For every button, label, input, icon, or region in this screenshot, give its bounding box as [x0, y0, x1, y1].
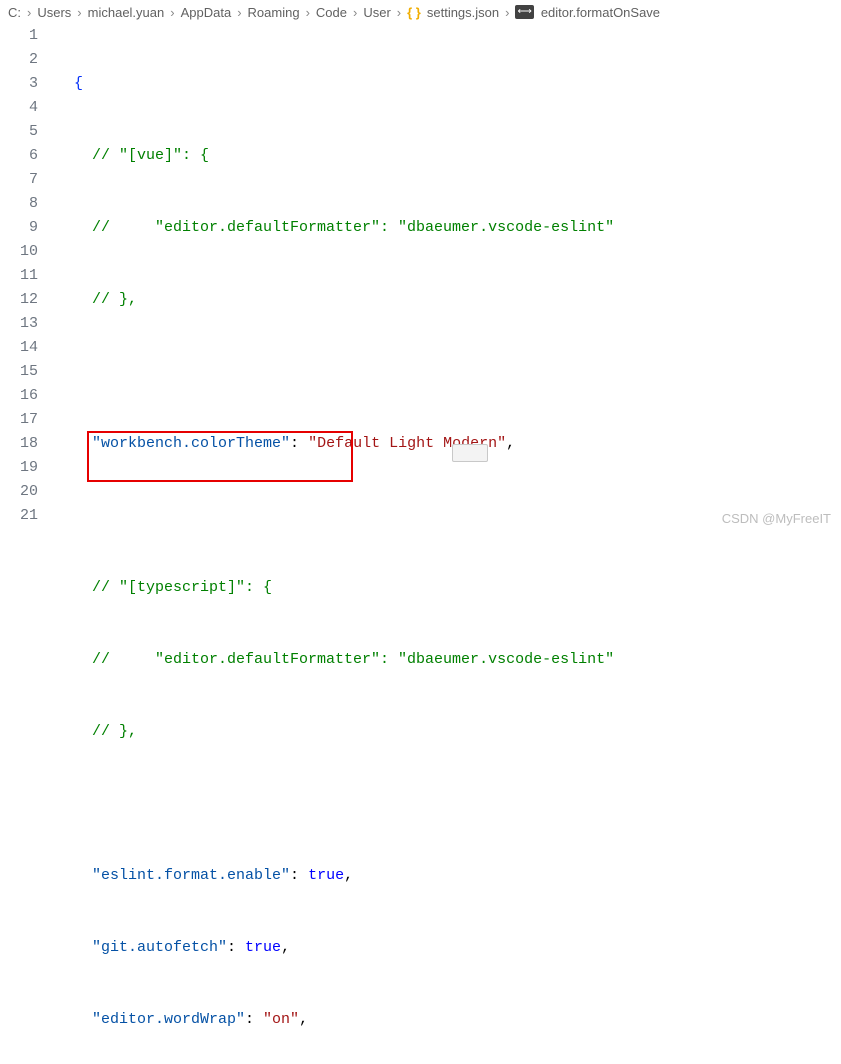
code-line[interactable] [56, 360, 841, 384]
chevron-right-icon: › [306, 5, 310, 20]
breadcrumb-seg[interactable]: michael.yuan [88, 5, 165, 20]
json-file-icon: { } [407, 5, 421, 20]
chevron-right-icon: › [505, 5, 509, 20]
breadcrumb-seg[interactable]: AppData [181, 5, 232, 20]
code-line[interactable]: // "[typescript]": { [56, 576, 841, 600]
code-line[interactable]: // }, [56, 288, 841, 312]
breadcrumb-seg[interactable]: Code [316, 5, 347, 20]
code-line[interactable]: "eslint.format.enable": true, [56, 864, 841, 888]
watermark-text: CSDN @MyFreeIT [722, 511, 831, 526]
code-line[interactable]: // "[vue]": { [56, 144, 841, 168]
code-line[interactable]: "git.autofetch": true, [56, 936, 841, 960]
code-line[interactable]: "workbench.colorTheme": "Default Light M… [56, 432, 841, 456]
chevron-right-icon: › [77, 5, 81, 20]
chevron-right-icon: › [397, 5, 401, 20]
line-number-gutter: 12345 678910 1112131415 1617181920 21 [0, 24, 56, 532]
floating-tooltip [452, 444, 488, 462]
code-line[interactable]: // }, [56, 720, 841, 744]
editor[interactable]: 12345 678910 1112131415 1617181920 21 { … [0, 24, 841, 532]
symbol-icon: ⟷ [515, 5, 533, 19]
breadcrumb-seg[interactable]: C: [8, 5, 21, 20]
breadcrumb: C: › Users › michael.yuan › AppData › Roamin… [0, 0, 841, 24]
breadcrumb-seg[interactable]: Roaming [248, 5, 300, 20]
code-content[interactable]: { // "[vue]": { // "editor.defaultFormat… [56, 24, 841, 532]
breadcrumb-file[interactable]: settings.json [427, 5, 499, 20]
breadcrumb-seg[interactable]: Users [37, 5, 71, 20]
code-line[interactable] [56, 792, 841, 816]
chevron-right-icon: › [353, 5, 357, 20]
breadcrumb-seg[interactable]: User [363, 5, 390, 20]
chevron-right-icon: › [170, 5, 174, 20]
code-line[interactable]: "editor.wordWrap": "on", [56, 1008, 841, 1032]
breadcrumb-symbol[interactable]: editor.formatOnSave [541, 5, 660, 20]
code-line[interactable]: // "editor.defaultFormatter": "dbaeumer.… [56, 216, 841, 240]
chevron-right-icon: › [237, 5, 241, 20]
code-line[interactable]: // "editor.defaultFormatter": "dbaeumer.… [56, 648, 841, 672]
chevron-right-icon: › [27, 5, 31, 20]
code-line[interactable]: { [56, 72, 841, 96]
